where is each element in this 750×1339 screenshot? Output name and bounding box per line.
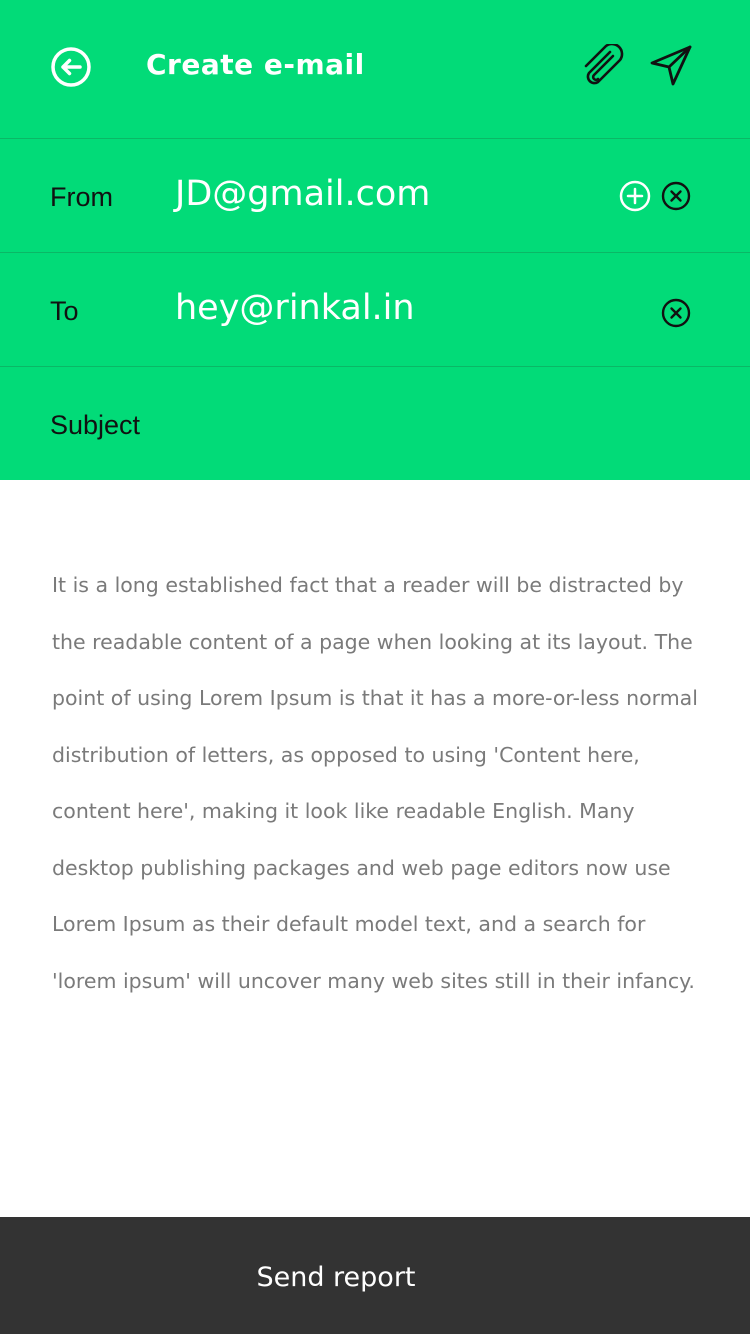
clear-from-button[interactable] — [659, 179, 693, 213]
email-header: Create e-mail From JD@gmail.com To hey@r… — [0, 0, 750, 480]
close-circle-icon — [661, 181, 691, 211]
arrow-left-circle-icon — [51, 47, 91, 87]
close-circle-icon — [661, 298, 691, 328]
top-bar: Create e-mail — [0, 0, 750, 139]
email-body[interactable]: It is a long established fact that a rea… — [52, 557, 702, 1009]
send-report-label: Send report — [256, 1262, 416, 1293]
from-row: From JD@gmail.com — [0, 139, 750, 253]
from-field[interactable]: JD@gmail.com — [175, 139, 595, 252]
plus-circle-icon — [619, 180, 651, 212]
to-row: To hey@rinkal.in — [0, 253, 750, 367]
send-button[interactable] — [648, 44, 694, 88]
paperclip-icon — [584, 44, 624, 85]
paper-plane-icon — [650, 45, 692, 86]
attach-button[interactable] — [580, 44, 628, 88]
add-sender-button[interactable] — [618, 179, 652, 213]
to-field[interactable]: hey@rinkal.in — [175, 253, 595, 366]
subject-label: Subject — [50, 410, 141, 440]
back-button[interactable] — [50, 46, 92, 88]
from-label: From — [50, 182, 113, 212]
to-label: To — [50, 296, 79, 326]
subject-row: Subject — [0, 367, 750, 480]
page-title: Create e-mail — [146, 48, 365, 81]
send-report-button[interactable]: Send report — [0, 1217, 750, 1334]
clear-to-button[interactable] — [659, 296, 693, 330]
subject-field[interactable] — [175, 367, 595, 480]
